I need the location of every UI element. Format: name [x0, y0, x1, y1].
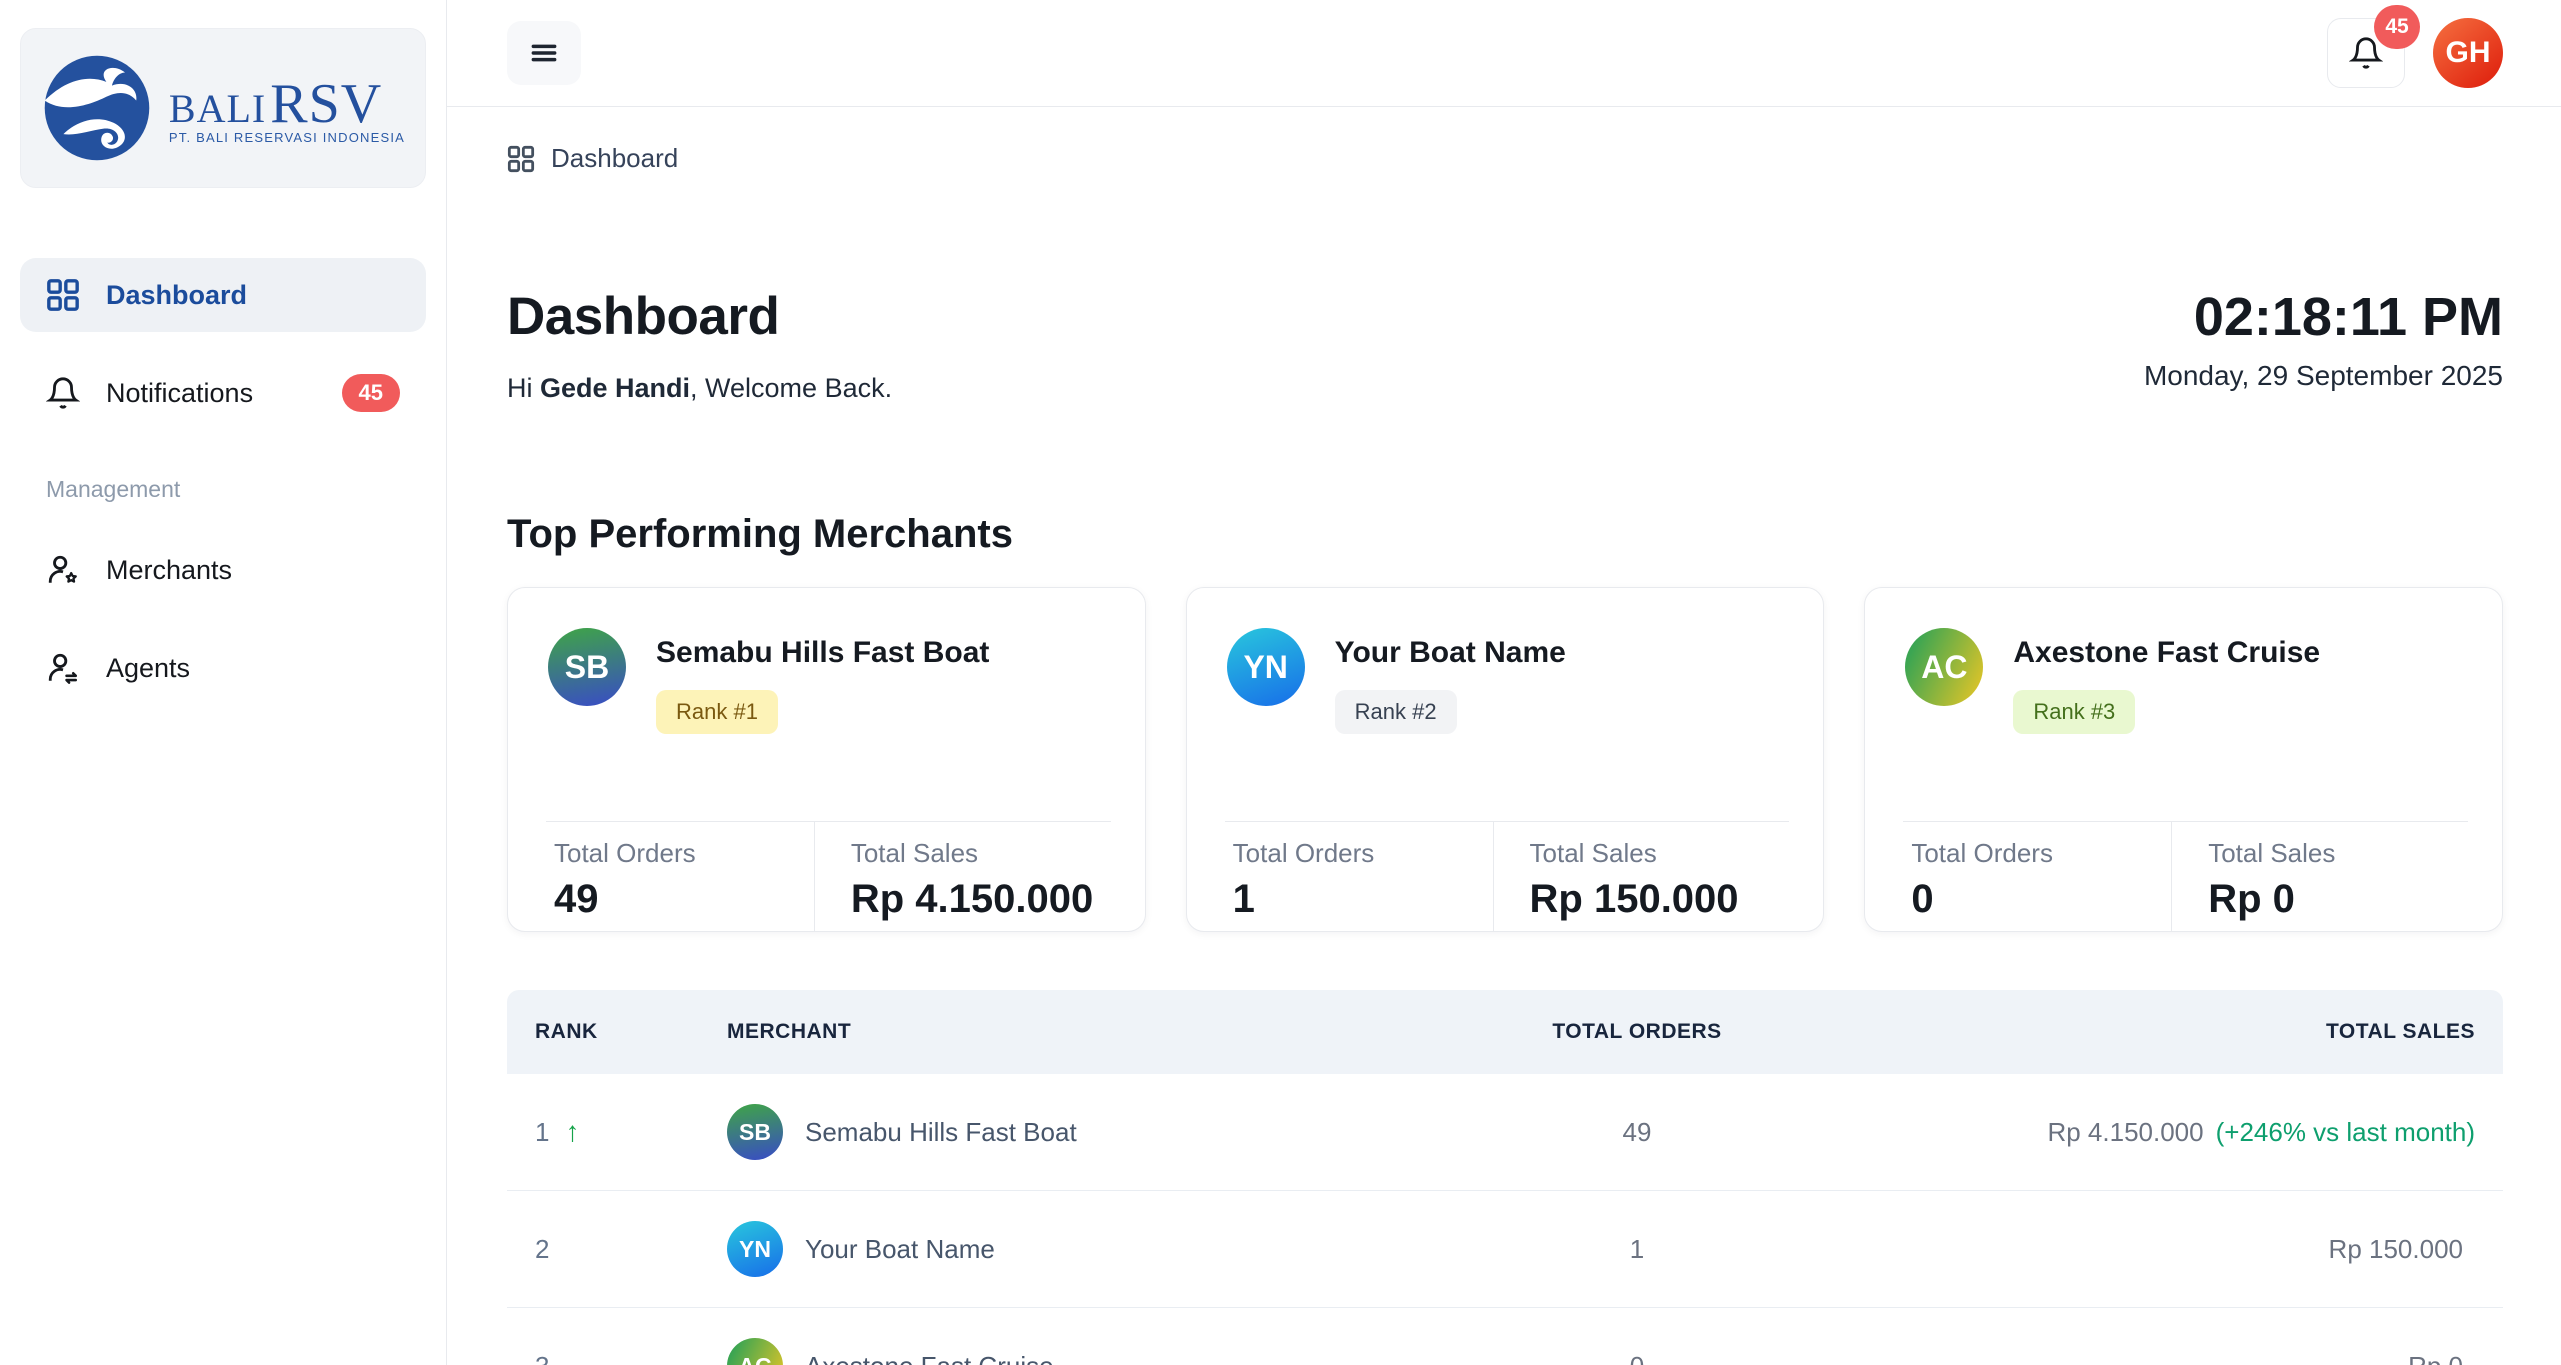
brand-name: BALI RSV [169, 72, 405, 136]
table-row: 2 YN Your Boat Name 1 Rp 150.000 [507, 1191, 2503, 1308]
notifications-button[interactable]: 45 [2327, 18, 2405, 88]
merchant-avatar: AC [1905, 628, 1983, 706]
main-area: 45 GH Dashboard Dashboard Hi Gede Handi,… [447, 0, 2561, 1365]
sidebar-item-label: Merchants [106, 555, 232, 586]
total-orders-label: Total Orders [1233, 838, 1493, 869]
breadcrumb-label: Dashboard [551, 143, 678, 174]
total-orders-label: Total Orders [554, 838, 814, 869]
table-row: 1 ↑ SB Semabu Hills Fast Boat 49 Rp 4.15… [507, 1074, 2503, 1191]
merchant-name: Your Boat Name [1335, 636, 1566, 670]
sidebar-item-label: Agents [106, 653, 190, 684]
merchant-card: YN Your Boat Name Rank #2 Total Orders 1… [1186, 587, 1825, 932]
total-sales-label: Total Sales [851, 838, 1111, 869]
rank-badge: Rank #1 [656, 690, 778, 734]
merchant-name: Your Boat Name [805, 1234, 995, 1265]
sidebar-item-merchants[interactable]: Merchants [20, 533, 426, 607]
rank-number: 2 [535, 1234, 549, 1265]
rank-badge: Rank #3 [2013, 690, 2135, 734]
total-sales-value: Rp 4.150.000 [851, 877, 1111, 922]
total-orders-value: 49 [554, 877, 814, 922]
column-header-total-sales: TOTAL SALES [1847, 1020, 2503, 1044]
table-row: 3 AC Axestone Fast Cruise 0 Rp 0 [507, 1308, 2503, 1365]
brand-wave-icon [41, 52, 153, 164]
date: Monday, 29 September 2025 [2144, 360, 2503, 392]
notifications-count-badge: 45 [2374, 5, 2420, 49]
merchant-avatar: SB [727, 1104, 783, 1160]
rank-number: 1 [535, 1117, 549, 1148]
total-sales-label: Total Sales [2208, 838, 2468, 869]
rank-badge: Rank #2 [1335, 690, 1457, 734]
sidebar-toggle-button[interactable] [507, 21, 581, 85]
merchant-name: Axestone Fast Cruise [2013, 636, 2320, 670]
page-content: Dashboard Dashboard Hi Gede Handi, Welco… [447, 107, 2561, 1365]
sales-value: Rp 150.000 [2329, 1234, 2463, 1264]
sales-trend-note: (+246% vs last month) [2216, 1117, 2475, 1147]
merchants-table: RANK MERCHANT TOTAL ORDERS TOTAL SALES 1… [507, 990, 2503, 1365]
sidebar-item-label: Notifications [106, 378, 253, 409]
rank-number: 3 [535, 1351, 549, 1365]
orders-value: 1 [1427, 1234, 1847, 1265]
clock: 02:18:11 PM [2144, 286, 2503, 348]
breadcrumb[interactable]: Dashboard [507, 143, 2503, 174]
column-header-total-orders: TOTAL ORDERS [1427, 1020, 1847, 1044]
grid-icon [507, 145, 535, 173]
merchant-name: Semabu Hills Fast Boat [805, 1117, 1077, 1148]
sidebar-section-management: Management [46, 476, 426, 503]
user-name: Gede Handi [540, 373, 690, 403]
total-orders-label: Total Orders [1911, 838, 2171, 869]
topbar: 45 GH [447, 0, 2561, 107]
section-title-top-merchants: Top Performing Merchants [507, 512, 2503, 557]
merchant-name: Axestone Fast Cruise [805, 1351, 1054, 1365]
notifications-count-badge: 45 [342, 374, 400, 412]
merchant-name: Semabu Hills Fast Boat [656, 636, 989, 670]
bell-icon [46, 376, 80, 410]
total-orders-value: 0 [1911, 877, 2171, 922]
sales-value: Rp 0 [2408, 1351, 2463, 1365]
orders-value: 49 [1427, 1117, 1847, 1148]
user-avatar[interactable]: GH [2433, 18, 2503, 88]
brand-logo: BALI RSV PT. BALI RESERVASI INDONESIA [20, 28, 426, 188]
table-header-row: RANK MERCHANT TOTAL ORDERS TOTAL SALES [507, 990, 2503, 1074]
merchant-card: SB Semabu Hills Fast Boat Rank #1 Total … [507, 587, 1146, 932]
hamburger-icon [528, 37, 560, 69]
app-root: BALI RSV PT. BALI RESERVASI INDONESIA Da… [0, 0, 2561, 1365]
column-header-rank: RANK [507, 1020, 727, 1044]
merchant-card: AC Axestone Fast Cruise Rank #3 Total Or… [1864, 587, 2503, 932]
merchant-avatar: YN [1227, 628, 1305, 706]
sidebar-item-agents[interactable]: Agents [20, 631, 426, 705]
merchant-avatar: SB [548, 628, 626, 706]
merchant-cards: SB Semabu Hills Fast Boat Rank #1 Total … [507, 587, 2503, 932]
total-orders-value: 1 [1233, 877, 1493, 922]
sidebar-nav: Dashboard Notifications 45 Management Me… [20, 258, 426, 705]
merchant-user-star-icon [46, 553, 80, 587]
total-sales-value: Rp 0 [2208, 877, 2468, 922]
bell-icon [2349, 36, 2383, 70]
grid-icon [46, 278, 80, 312]
sidebar: BALI RSV PT. BALI RESERVASI INDONESIA Da… [0, 0, 447, 1365]
orders-value: 0 [1427, 1351, 1847, 1365]
page-title: Dashboard [507, 286, 892, 347]
total-sales-value: Rp 150.000 [1530, 877, 1790, 922]
sales-value: Rp 4.150.000 [2047, 1117, 2203, 1147]
trend-up-icon: ↑ [565, 1116, 579, 1148]
sidebar-item-label: Dashboard [106, 280, 247, 311]
column-header-merchant: MERCHANT [727, 1020, 1427, 1044]
greeting-text: Hi Gede Handi, Welcome Back. [507, 373, 892, 404]
merchant-avatar: YN [727, 1221, 783, 1277]
total-sales-label: Total Sales [1530, 838, 1790, 869]
merchant-avatar: AC [727, 1338, 783, 1365]
agent-user-arrows-icon [46, 651, 80, 685]
sidebar-item-notifications[interactable]: Notifications 45 [20, 356, 426, 430]
brand-subtitle: PT. BALI RESERVASI INDONESIA [169, 130, 405, 145]
sidebar-item-dashboard[interactable]: Dashboard [20, 258, 426, 332]
